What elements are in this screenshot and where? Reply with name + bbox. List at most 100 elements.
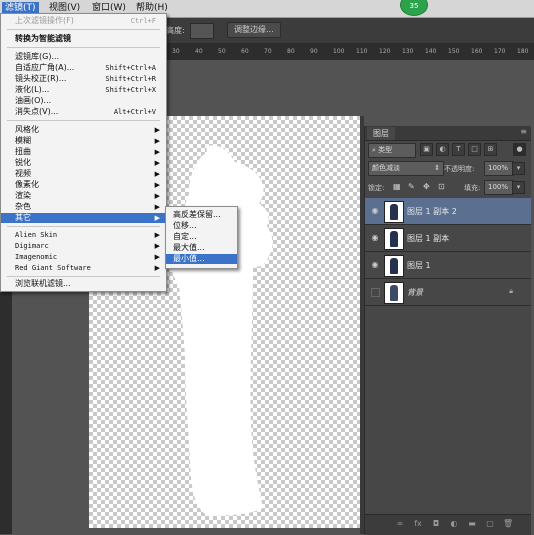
submenu-arrow-icon: ▶	[154, 203, 160, 211]
fill-label: 填充:	[464, 184, 481, 192]
filter-type-icon[interactable]: T	[452, 143, 465, 156]
trash-icon[interactable]: 🗑︎	[503, 519, 513, 529]
menu-item-browse-online-filters[interactable]: 浏览联机滤镜...	[1, 279, 166, 289]
folder-icon[interactable]: ▬	[467, 519, 477, 529]
menu-item-label: 杂色	[15, 202, 31, 211]
visibility-toggle[interactable]	[371, 288, 380, 297]
submenu-item-label: 自定...	[173, 232, 197, 241]
menu-item-filter-gallery[interactable]: 滤镜库(G)...	[1, 52, 166, 62]
layer-name: 图层 1	[407, 261, 431, 270]
submenu-item-minimum[interactable]: 最小值...	[166, 254, 237, 264]
other-submenu: 高反差保留... 位移... 自定... 最大值... 最小值...	[165, 206, 238, 269]
filter-shape-icon[interactable]: □	[468, 143, 481, 156]
link-icon[interactable]: ∞	[395, 519, 405, 529]
layer-row[interactable]: 背景 🔒︎	[365, 279, 531, 306]
menu-item-pixelate[interactable]: 像素化 ▶	[1, 180, 166, 190]
menu-item-alien-skin[interactable]: Alien Skin ▶	[1, 230, 166, 240]
layer-row[interactable]: ◉ 图层 1	[365, 252, 531, 279]
menu-item-lens-correction[interactable]: 镜头校正(R)... Shift+Ctrl+R	[1, 74, 166, 84]
menu-item-distort[interactable]: 扭曲 ▶	[1, 147, 166, 157]
opacity-dropdown-icon[interactable]: ▾	[512, 162, 525, 175]
menu-item-render[interactable]: 渲染 ▶	[1, 191, 166, 201]
layer-thumbnail	[384, 201, 404, 223]
submenu-arrow-icon: ▶	[154, 181, 160, 189]
menu-item-adaptive-wide-angle[interactable]: 自适应广角(A)... Shift+Ctrl+A	[1, 63, 166, 73]
submenu-item-label: 位移...	[173, 221, 197, 230]
refine-edge-button[interactable]: 调整边缘...	[227, 22, 281, 38]
menu-item-other[interactable]: 其它 ▶	[1, 213, 166, 223]
menu-item-label: 渲染	[15, 191, 31, 200]
filter-toggle-icon[interactable]: ●	[513, 143, 526, 156]
chevron-down-icon: ⇕	[434, 164, 440, 172]
eye-icon[interactable]: ◉	[370, 233, 380, 243]
ruler-tick: 140	[425, 48, 437, 55]
filter-pixel-icon[interactable]: ▣	[420, 143, 433, 156]
mask-icon[interactable]: ◘	[431, 519, 441, 529]
submenu-item-label: 最大值...	[173, 243, 205, 252]
menu-item-digimarc[interactable]: Digimarc ▶	[1, 241, 166, 251]
submenu-item-offset[interactable]: 位移...	[166, 221, 237, 231]
lock-label: 锁定:	[368, 184, 385, 192]
filter-menu: 上次滤镜操作(F) Ctrl+F 转换为智能滤镜 滤镜库(G)... 自适应广角(…	[0, 13, 167, 292]
submenu-item-high-pass[interactable]: 高反差保留...	[166, 210, 237, 220]
opacity-input[interactable]: 100%	[484, 161, 514, 176]
submenu-item-maximum[interactable]: 最大值...	[166, 243, 237, 253]
menu-item-video[interactable]: 视频 ▶	[1, 169, 166, 179]
menu-item-stylize[interactable]: 风格化 ▶	[1, 125, 166, 135]
menu-item-shortcut: Shift+Ctrl+X	[105, 86, 156, 94]
ruler-tick: 50	[218, 48, 226, 55]
blend-mode-value: 颜色减淡	[372, 164, 400, 172]
menu-item-noise[interactable]: 杂色 ▶	[1, 202, 166, 212]
menu-item-red-giant[interactable]: Red Giant Software ▶	[1, 263, 166, 273]
layer-thumbnail	[384, 282, 404, 304]
fx-icon[interactable]: fx	[413, 519, 423, 529]
adjustment-icon[interactable]: ◐	[449, 519, 459, 529]
ruler-tick: 130	[402, 48, 414, 55]
filter-adjustment-icon[interactable]: ◐	[436, 143, 449, 156]
submenu-arrow-icon: ▶	[154, 192, 160, 200]
fill-input[interactable]: 100%	[484, 180, 514, 195]
menu-separator	[7, 47, 160, 48]
menu-item-convert-smart-filter[interactable]: 转换为智能滤镜	[1, 34, 166, 44]
menu-item-oil-paint[interactable]: 油画(O)...	[1, 96, 166, 106]
lock-transparent-icon[interactable]: ▦	[393, 182, 401, 191]
eye-icon[interactable]: ◉	[370, 260, 380, 270]
ruler-tick: 110	[356, 48, 368, 55]
ruler-tick: 70	[264, 48, 272, 55]
ruler-tick: 80	[287, 48, 295, 55]
layer-thumbnail	[384, 255, 404, 277]
new-layer-icon[interactable]: ▢	[485, 519, 495, 529]
layer-filter-kind-select[interactable]: ⌕ 类型	[368, 143, 416, 158]
panel-menu-icon[interactable]: ≡	[520, 127, 527, 136]
filter-smart-object-icon[interactable]: ⊞	[484, 143, 497, 156]
submenu-arrow-icon: ▶	[154, 264, 160, 272]
lock-pixels-icon[interactable]: ✎	[408, 182, 415, 191]
blend-mode-select[interactable]: 颜色减淡 ⇕	[368, 161, 444, 176]
menu-item-imagenomic[interactable]: Imagenomic ▶	[1, 252, 166, 262]
eye-icon[interactable]: ◉	[370, 206, 380, 216]
layer-name: 图层 1 副本 2	[407, 207, 457, 216]
menu-separator	[7, 276, 160, 277]
layer-row[interactable]: ◉ 图层 1 副本	[365, 225, 531, 252]
menu-item-label: 模糊	[15, 136, 31, 145]
menu-item-label: 自适应广角(A)...	[15, 63, 75, 72]
menu-item-shortcut: Shift+Ctrl+A	[105, 64, 156, 72]
menu-item-shortcut: Alt+Ctrl+V	[113, 108, 156, 116]
opacity-label: 不透明度:	[444, 165, 475, 173]
submenu-arrow-icon: ▶	[154, 242, 160, 250]
lock-all-icon[interactable]: ⊡	[438, 182, 445, 191]
lock-position-icon[interactable]: ✥	[423, 182, 430, 191]
menu-item-last-filter[interactable]: 上次滤镜操作(F) Ctrl+F	[1, 16, 166, 26]
layer-row[interactable]: ◉ 图层 1 副本 2	[365, 198, 531, 225]
menu-item-label: 镜头校正(R)...	[15, 74, 67, 83]
menu-item-liquify[interactable]: 液化(L)... Shift+Ctrl+X	[1, 85, 166, 95]
menu-item-sharpen[interactable]: 锐化 ▶	[1, 158, 166, 168]
menu-item-vanishing-point[interactable]: 消失点(V)... Alt+Ctrl+V	[1, 107, 166, 117]
menu-item-blur[interactable]: 模糊 ▶	[1, 136, 166, 146]
submenu-item-label: 最小值...	[173, 254, 205, 263]
tab-layers[interactable]: 图层	[367, 127, 395, 140]
submenu-item-custom[interactable]: 自定...	[166, 232, 237, 242]
fill-dropdown-icon[interactable]: ▾	[512, 181, 525, 194]
ruler-tick: 30	[172, 48, 180, 55]
height-input[interactable]	[190, 23, 214, 39]
